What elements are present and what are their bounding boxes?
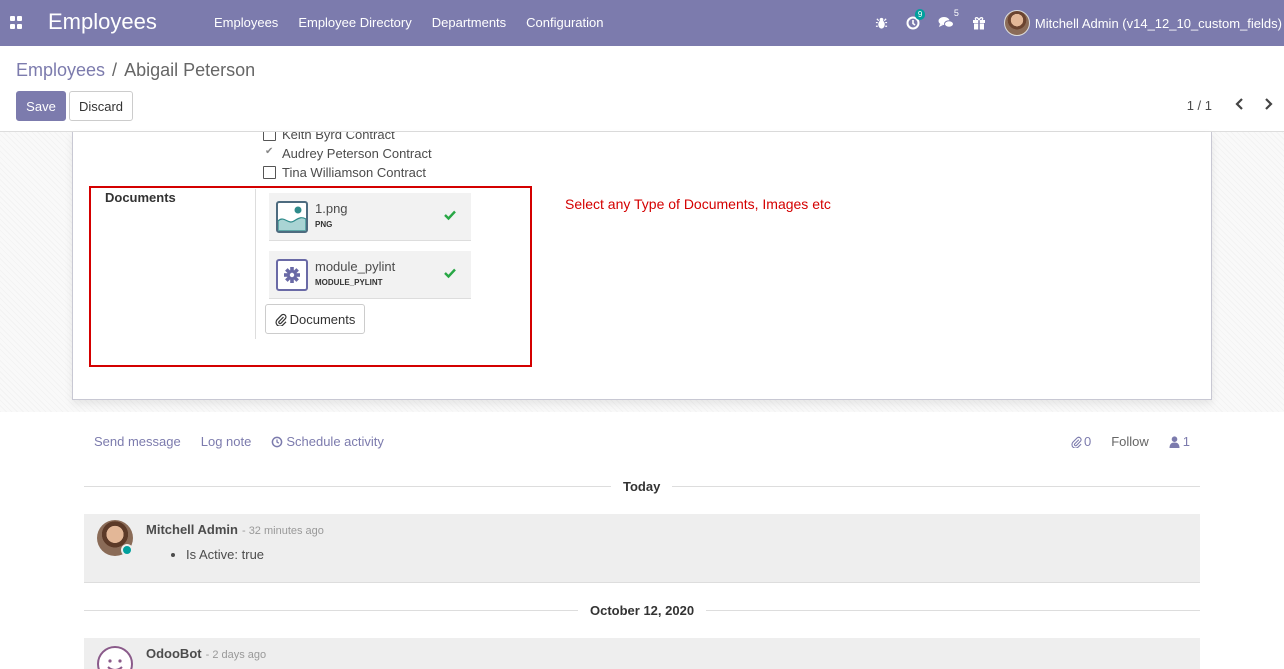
smiley-icon <box>107 659 123 669</box>
save-button[interactable]: Save <box>16 91 66 121</box>
activity-clock-icon[interactable]: 9 <box>906 9 926 30</box>
app-title[interactable]: Employees <box>48 9 157 35</box>
discard-button[interactable]: Discard <box>69 91 133 121</box>
contract-checkbox[interactable] <box>263 166 276 179</box>
menu-configuration[interactable]: Configuration <box>516 0 613 46</box>
breadcrumb: Employees / Abigail Peterson <box>16 60 255 81</box>
user-menu[interactable]: Mitchell Admin (v14_12_10_custom_fields) <box>1003 10 1282 36</box>
odoobot-avatar[interactable] <box>97 646 133 669</box>
contract-checkbox[interactable] <box>263 132 276 141</box>
message-author[interactable]: Mitchell Admin - 32 minutes ago <box>146 522 324 537</box>
activity-count-badge: 9 <box>914 9 926 20</box>
contract-item[interactable]: Keith Byrd Contract <box>263 132 395 142</box>
tracking-value: Is Active: true <box>186 547 264 562</box>
main-menu: Employees Employee Directory Departments… <box>204 0 614 46</box>
attachments-counter[interactable]: 0 <box>1071 434 1091 449</box>
pager-value[interactable]: 1 / 1 <box>1187 98 1212 113</box>
message-time: - 2 days ago <box>205 649 267 661</box>
gift-icon[interactable] <box>972 16 986 30</box>
paperclip-icon <box>1071 436 1082 448</box>
highlight-box <box>89 186 532 367</box>
contract-label: Audrey Peterson Contract <box>282 146 432 161</box>
user-avatar <box>1003 10 1030 36</box>
chatter-message: OdooBot - 2 days ago <box>84 638 1200 669</box>
control-panel: Employees / Abigail Peterson Save Discar… <box>0 46 1284 132</box>
top-navbar: Employees Employees Employee Directory D… <box>0 0 1284 46</box>
log-note-button[interactable]: Log note <box>201 434 252 449</box>
menu-employee-directory[interactable]: Employee Directory <box>288 0 421 46</box>
author-name[interactable]: OdooBot <box>146 646 202 661</box>
user-name: Mitchell Admin (v14_12_10_custom_fields) <box>1034 15 1282 31</box>
chatter-actions: Send message Log note Schedule activity <box>94 434 404 449</box>
user-icon <box>1169 435 1180 448</box>
schedule-activity-label: Schedule activity <box>286 434 384 449</box>
schedule-activity-button[interactable]: Schedule activity <box>271 434 384 449</box>
apps-menu-icon[interactable] <box>10 16 23 29</box>
author-name[interactable]: Mitchell Admin <box>146 522 238 537</box>
chatter-topbar-right: 0 Follow 1 <box>1051 434 1190 449</box>
clock-icon <box>271 436 283 447</box>
form-sheet: Keith Byrd Contract Audrey Peterson Cont… <box>72 132 1212 400</box>
systray: 9 5 Mitchell Admin (v14_12_10_custom_fie… <box>875 0 1284 46</box>
attachments-count: 0 <box>1083 434 1092 449</box>
contract-label: Tina Williamson Contract <box>282 165 427 180</box>
contract-item[interactable]: Tina Williamson Contract <box>263 165 426 180</box>
contract-checkbox-checked[interactable] <box>263 146 276 160</box>
followers-counter[interactable]: 1 <box>1169 434 1190 449</box>
followers-count: 1 <box>1182 434 1190 449</box>
follow-button[interactable]: Follow <box>1111 434 1149 449</box>
breadcrumb-current: Abigail Peterson <box>124 60 256 80</box>
menu-departments[interactable]: Departments <box>422 0 516 46</box>
message-time: - 32 minutes ago <box>241 525 324 537</box>
pager-previous-icon[interactable] <box>1232 96 1248 112</box>
date-label-older: October 12, 2020 <box>578 603 707 618</box>
contract-item[interactable]: Audrey Peterson Contract <box>263 146 432 161</box>
date-label-today: Today <box>611 479 673 494</box>
chatter-message: Mitchell Admin- 32 minutes ago Is Active… <box>84 514 1200 583</box>
message-body: Is Active: true <box>186 547 264 562</box>
debug-bug-icon[interactable] <box>875 17 888 30</box>
contract-list-clip: Keith Byrd Contract <box>73 132 1213 142</box>
contract-label: Keith Byrd Contract <box>282 132 395 142</box>
send-message-button[interactable]: Send message <box>94 434 181 449</box>
breadcrumb-employees[interactable]: Employees <box>16 60 105 81</box>
online-status-icon <box>121 544 133 556</box>
annotation-text: Select any Type of Documents, Images etc <box>565 196 831 212</box>
breadcrumb-separator: / <box>112 60 118 80</box>
messages-count-badge: 5 <box>953 8 959 18</box>
menu-employees[interactable]: Employees <box>204 0 288 46</box>
pager-next-icon[interactable] <box>1260 96 1276 112</box>
message-author[interactable]: OdooBot - 2 days ago <box>146 646 266 661</box>
messages-comments-icon[interactable]: 5 <box>938 8 959 30</box>
